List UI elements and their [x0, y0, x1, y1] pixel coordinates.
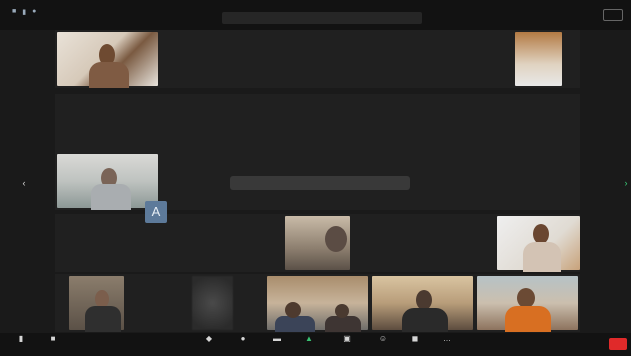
video-camera-icon: ■	[50, 334, 56, 343]
participant-tile[interactable]	[370, 274, 475, 332]
participant-video	[57, 154, 158, 210]
recording-indicator-icon: ●	[32, 8, 37, 15]
top-bar: ■ ▮ ●	[0, 0, 631, 30]
participant-tile[interactable]	[160, 94, 265, 152]
participant-video	[57, 32, 158, 88]
participant-avatar: A	[145, 201, 167, 223]
participant-video	[267, 276, 368, 332]
participant-tile[interactable]	[265, 214, 370, 272]
reactions-button[interactable]: ☺	[370, 335, 396, 354]
participant-video	[372, 276, 473, 332]
participant-tile[interactable]	[55, 274, 160, 332]
participant-tile[interactable]	[265, 30, 370, 88]
notification-toast	[230, 176, 410, 190]
chat-button[interactable]: ▬	[264, 335, 290, 354]
participants-icon: ●	[240, 334, 246, 343]
meeting-toolbar: ▮ ■ ◆ ● ▬ ▲ ▣ ☺ ◼ …	[0, 333, 631, 356]
participant-tile[interactable]	[265, 274, 370, 332]
record-icon: ▣	[343, 334, 351, 343]
share-screen-icon: ▲	[305, 334, 313, 343]
participant-tile[interactable]	[55, 214, 160, 272]
participant-tile[interactable]	[475, 94, 580, 152]
participant-tile[interactable]	[160, 214, 265, 272]
participant-tile[interactable]	[370, 30, 475, 88]
participant-video	[192, 276, 233, 330]
video-button[interactable]: ■	[40, 335, 66, 354]
status-icons: ■ ▮ ●	[12, 8, 36, 16]
reactions-icon: ☺	[378, 334, 388, 343]
participant-video	[69, 276, 124, 332]
previous-page-arrow-icon[interactable]: ‹	[20, 178, 28, 188]
participant-video	[515, 32, 562, 86]
connection-signal-icon[interactable]: ▮	[22, 8, 26, 16]
microphone-icon: ▮	[18, 334, 24, 343]
participant-video	[285, 216, 350, 270]
chat-icon: ▬	[273, 334, 281, 343]
end-meeting-button[interactable]	[609, 338, 627, 350]
participant-tile[interactable]	[475, 214, 580, 272]
participant-tile[interactable]	[265, 94, 370, 152]
participant-tile[interactable]	[55, 30, 160, 88]
participant-tile[interactable]	[475, 152, 580, 210]
record-button[interactable]: ▣	[334, 335, 360, 354]
shield-icon: ◆	[205, 334, 213, 343]
encryption-shield-icon[interactable]: ■	[12, 8, 16, 16]
mute-button[interactable]: ▮	[8, 335, 34, 354]
apps-button[interactable]: ◼	[402, 335, 428, 354]
next-page-arrow-icon[interactable]: ›	[622, 178, 630, 188]
participant-video	[477, 276, 578, 332]
participant-tile[interactable]	[370, 214, 475, 272]
share-screen-button[interactable]: ▲	[296, 335, 322, 354]
participant-tile[interactable]	[370, 94, 475, 152]
more-button[interactable]: …	[434, 335, 460, 354]
participant-tile[interactable]	[475, 274, 580, 332]
participants-button[interactable]: ●	[230, 335, 256, 354]
apps-icon: ◼	[411, 334, 419, 343]
meeting-info-banner	[222, 12, 422, 24]
more-icon: …	[443, 334, 451, 343]
participant-tile[interactable]	[160, 274, 265, 332]
security-button[interactable]: ◆	[196, 335, 222, 354]
participant-tile[interactable]	[160, 30, 265, 88]
participant-tile[interactable]	[475, 30, 580, 88]
participant-tile[interactable]	[55, 94, 160, 152]
view-button[interactable]	[603, 9, 623, 21]
participant-video	[497, 216, 580, 272]
